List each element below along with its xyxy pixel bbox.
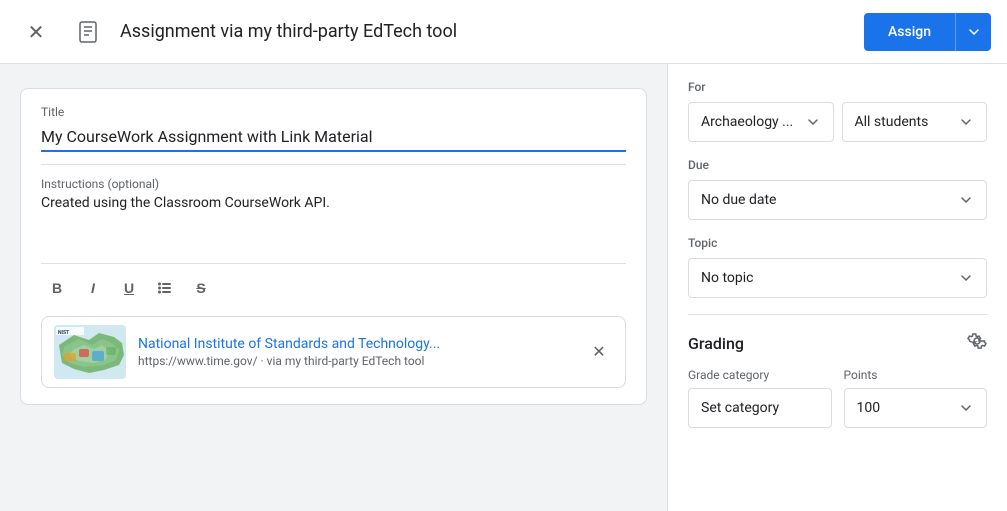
svg-text:NIST: NIST: [58, 330, 69, 336]
strikethrough-button[interactable]: S: [185, 272, 217, 304]
topic-chevron-icon: [958, 270, 974, 286]
points-col: Points 100: [844, 368, 988, 428]
attachment-thumbnail: NIST: [54, 325, 126, 379]
for-row: Archaeology ... All students: [688, 102, 987, 142]
formatting-toolbar: B I U S: [41, 263, 626, 304]
underline-button[interactable]: U: [113, 272, 145, 304]
title-instructions-card: Title Instructions (optional) Created us…: [20, 88, 647, 405]
grading-divider: [688, 314, 987, 315]
due-chevron-icon: [958, 192, 974, 208]
grading-settings-icon[interactable]: [967, 331, 987, 356]
points-value: 100: [857, 400, 881, 416]
set-category-button[interactable]: Set category: [688, 388, 832, 428]
grading-title: Grading: [688, 334, 744, 353]
grade-category-col: Grade category Set category: [688, 368, 832, 428]
for-label: For: [688, 80, 987, 94]
class-chevron-icon: [805, 114, 821, 130]
assign-dropdown-button[interactable]: [955, 13, 991, 51]
attachment-remove-button[interactable]: ✕: [585, 338, 613, 366]
instructions-label: Instructions (optional): [41, 177, 626, 191]
assignment-icon: [68, 12, 108, 52]
grading-header: Grading: [688, 331, 987, 356]
points-select[interactable]: 100: [844, 388, 988, 428]
attachment-title: National Institute of Standards and Tech…: [138, 336, 573, 352]
topbar: ✕ Assignment via my third-party EdTech t…: [0, 0, 1007, 64]
title-input[interactable]: [41, 123, 626, 152]
instructions-text[interactable]: Created using the Classroom CourseWork A…: [41, 195, 626, 255]
page-title: Assignment via my third-party EdTech too…: [120, 21, 852, 42]
assign-button[interactable]: Assign: [864, 13, 955, 51]
students-chevron-icon: [958, 114, 974, 130]
class-value: Archaeology ...: [701, 114, 793, 130]
title-label: Title: [41, 105, 626, 119]
due-label: Due: [688, 158, 987, 172]
assign-button-group: Assign: [864, 13, 991, 51]
right-panel: For Archaeology ... All students Due No …: [667, 64, 1007, 511]
class-select[interactable]: Archaeology ...: [688, 102, 834, 142]
left-panel: Title Instructions (optional) Created us…: [0, 64, 667, 511]
bold-button[interactable]: B: [41, 272, 73, 304]
italic-button[interactable]: I: [77, 272, 109, 304]
due-value: No due date: [701, 192, 776, 208]
topic-value: No topic: [701, 270, 753, 286]
topic-label: Topic: [688, 236, 987, 250]
main-layout: Title Instructions (optional) Created us…: [0, 64, 1007, 511]
points-chevron-icon: [958, 400, 974, 416]
attachment-url: https://www.time.gov/ · via my third-par…: [138, 354, 573, 368]
attachment-info: National Institute of Standards and Tech…: [138, 336, 573, 368]
grade-category-label: Grade category: [688, 368, 832, 382]
title-divider: [41, 164, 626, 165]
points-label: Points: [844, 368, 988, 382]
topic-select[interactable]: No topic: [688, 258, 987, 298]
list-button[interactable]: [149, 272, 181, 304]
attachment-card: NIST National Institute of Standards and…: [41, 316, 626, 388]
grade-row: Grade category Set category Points 100: [688, 368, 987, 428]
students-select[interactable]: All students: [842, 102, 988, 142]
students-value: All students: [855, 114, 929, 130]
close-button[interactable]: ✕: [16, 12, 56, 52]
due-select[interactable]: No due date: [688, 180, 987, 220]
